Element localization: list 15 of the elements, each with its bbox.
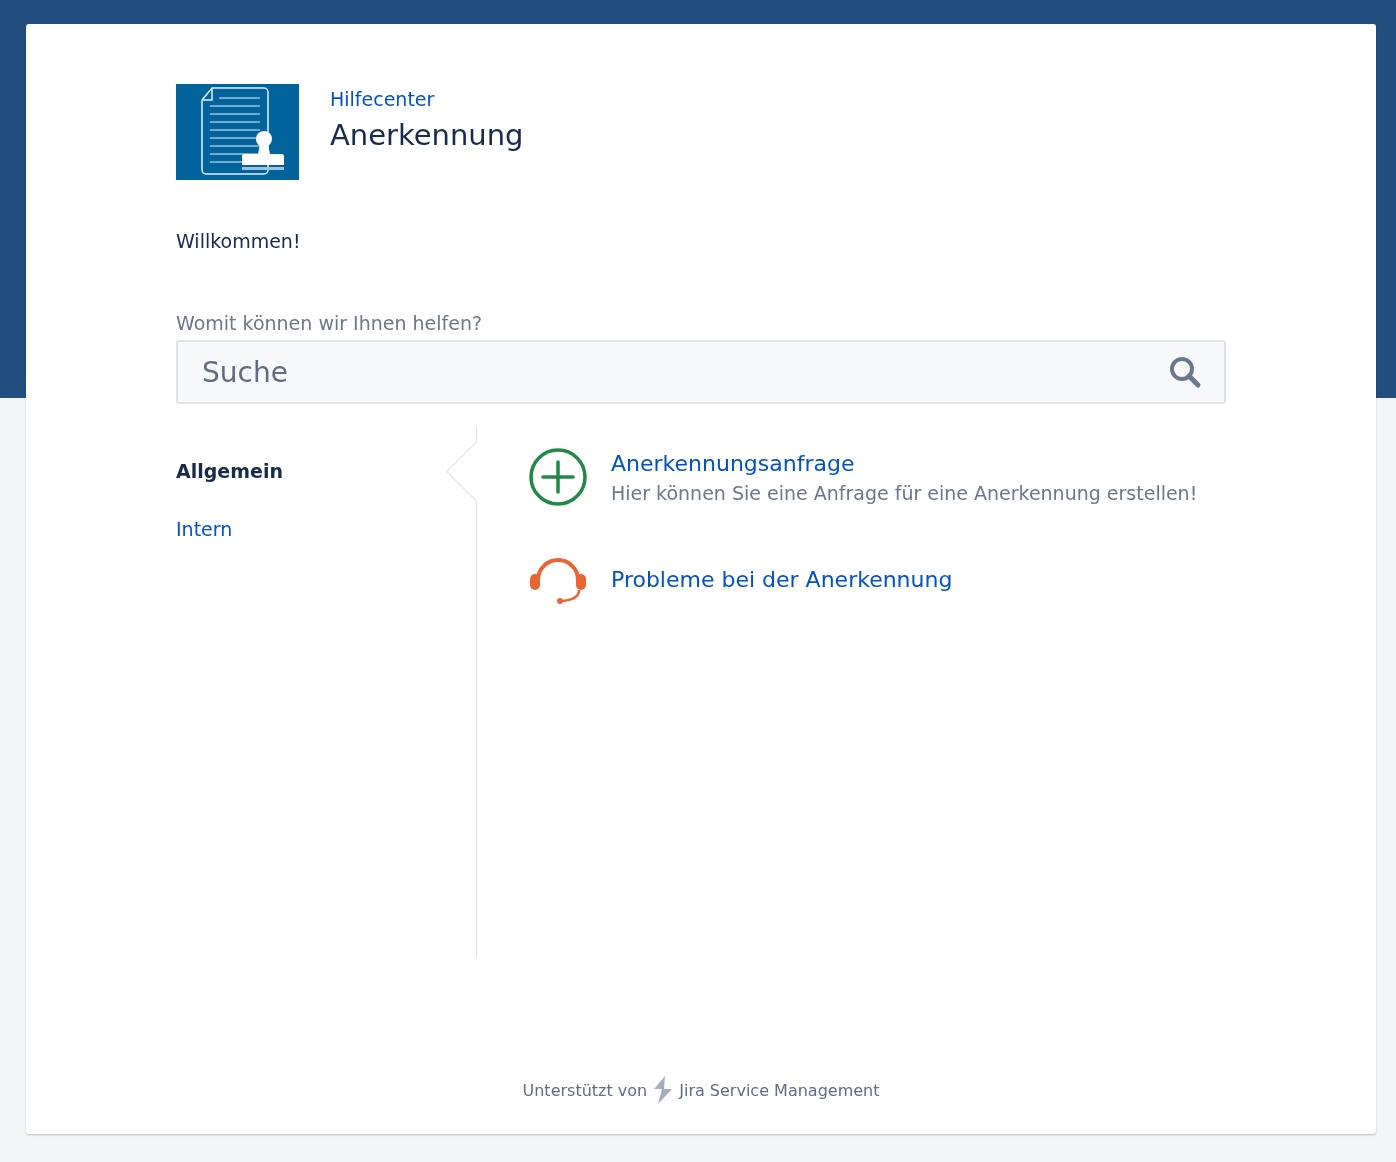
footer-text: Unterstützt von [522,1080,648,1100]
request-type-link[interactable]: Anerkennungsanfrage [611,450,1198,476]
category-link[interactable]: Allgemein [176,460,283,482]
request-type-link[interactable]: Probleme bei der Anerkennung [611,566,953,592]
page-title: Anerkennung [330,118,524,152]
search-field[interactable]: Suche [176,340,1226,404]
request-type-description: Hier können Sie eine Anfrage für eine Anerkennung erstellen! [611,481,1198,504]
lightning-logo-icon [652,1076,675,1104]
search-icon [1168,355,1202,389]
welcome-text: Willkommen! [176,230,302,252]
category-link[interactable]: Intern [176,518,233,540]
plus-circle-icon [529,448,587,506]
footer-product-text: Jira Service Management [679,1080,880,1100]
search-label: Womit können wir Ihnen helfen? [176,312,484,334]
breadcrumb-link[interactable]: Hilfecenter [330,88,524,110]
